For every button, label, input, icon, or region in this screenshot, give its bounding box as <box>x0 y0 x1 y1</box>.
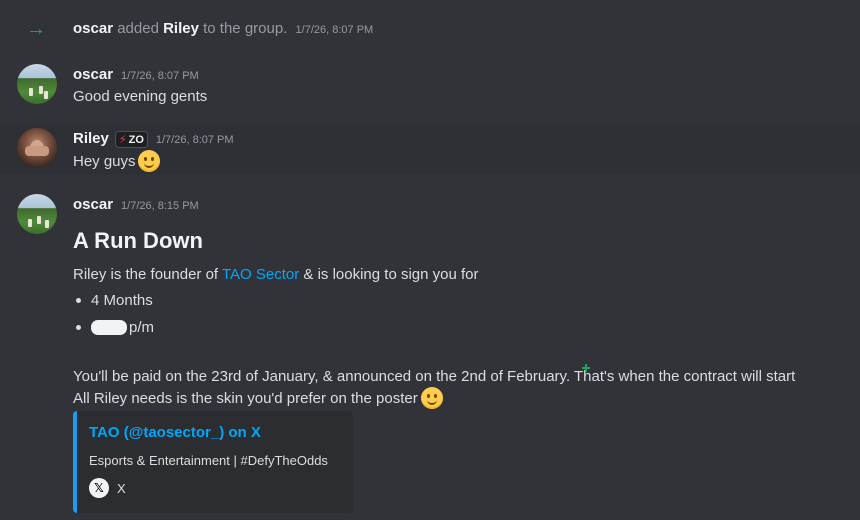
redacted-amount <box>91 320 127 335</box>
list-item-text: p/m <box>129 319 155 336</box>
message-text: You'll be paid on the 23rd of January, &… <box>73 368 796 385</box>
cursor-icon <box>582 364 590 372</box>
message-text: Riley is the founder of <box>73 266 222 283</box>
timestamp[interactable]: 1/7/26, 8:07 PM <box>156 134 234 146</box>
message-text-row: Hey guys <box>73 150 160 172</box>
message-header: oscar 1/7/26, 8:07 PM <box>73 66 199 83</box>
timestamp[interactable]: 1/7/26, 8:07 PM <box>121 70 199 82</box>
link-embed: TAO (@taosector_) on X Esports & Enterta… <box>73 411 353 513</box>
chat-area: → oscar added Riley to the group. 1/7/26… <box>0 0 860 520</box>
message-text: Hey guys <box>73 152 136 170</box>
system-message-row: → oscar added Riley to the group. 1/7/26… <box>0 14 860 44</box>
message: oscar 1/7/26, 8:07 PM Good evening gents <box>0 58 860 114</box>
slightly-smiling-face-emoji-icon[interactable] <box>137 150 160 172</box>
embed-title-link[interactable]: TAO (@taosector_) on X <box>89 424 261 441</box>
x-logo-icon: 𝕏 <box>89 478 109 498</box>
timestamp[interactable]: 1/7/26, 8:15 PM <box>121 200 199 212</box>
tao-sector-link[interactable]: TAO Sector <box>222 266 299 283</box>
timestamp[interactable]: 1/7/26, 8:07 PM <box>296 24 374 36</box>
username[interactable]: oscar <box>73 196 113 213</box>
system-action: added <box>117 20 159 37</box>
embed-footer-text: X <box>117 480 126 496</box>
message-text: & is looking to sign you for <box>299 266 479 283</box>
avatar[interactable] <box>17 64 57 104</box>
slightly-smiling-face-emoji-icon[interactable] <box>420 387 443 409</box>
bullet-icon <box>76 298 81 303</box>
message-text: Good evening gents <box>73 88 208 105</box>
list-item: p/m <box>73 319 154 336</box>
message-header: Riley ⚡ ZO 1/7/26, 8:07 PM <box>73 130 234 148</box>
list-item-text: 4 Months <box>91 292 153 309</box>
avatar[interactable] <box>17 194 57 234</box>
message-text-row: All Riley needs is the skin you'd prefer… <box>73 387 443 409</box>
message-line: Riley is the founder of TAO Sector & is … <box>73 266 479 283</box>
message: Riley ⚡ ZO 1/7/26, 8:07 PM Hey guys <box>0 124 860 174</box>
message-heading: A Run Down <box>73 228 203 253</box>
system-target[interactable]: Riley <box>163 20 199 37</box>
embed-description: Esports & Entertainment | #DefyTheOdds <box>89 453 328 468</box>
embed-footer: 𝕏 X <box>89 478 126 498</box>
username[interactable]: Riley <box>73 130 109 147</box>
avatar[interactable] <box>17 128 57 168</box>
server-tag-badge[interactable]: ⚡ ZO <box>114 131 148 148</box>
message-header: oscar 1/7/26, 8:15 PM <box>73 196 199 213</box>
system-message-text: oscar added Riley to the group. 1/7/26, … <box>73 20 373 37</box>
system-actor[interactable]: oscar <box>73 20 113 37</box>
server-tag-label: ZO <box>128 133 144 146</box>
system-suffix: to the group. <box>203 20 288 37</box>
list-item: 4 Months <box>73 292 153 309</box>
username[interactable]: oscar <box>73 66 113 83</box>
bullet-icon <box>76 325 81 330</box>
lightning-icon: ⚡ <box>118 134 127 146</box>
arrow-right-icon: → <box>26 18 46 40</box>
message-text: All Riley needs is the skin you'd prefer… <box>73 389 418 407</box>
